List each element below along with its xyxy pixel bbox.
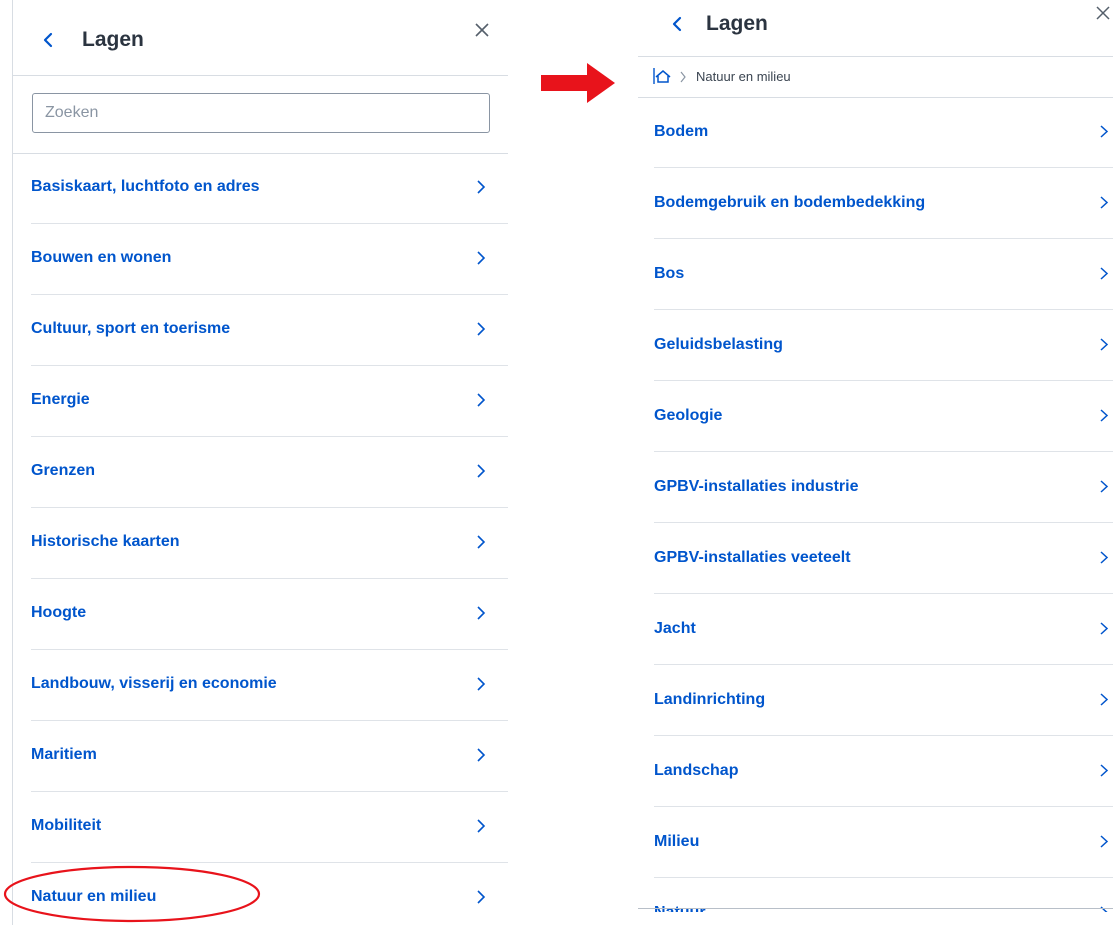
list-item[interactable]: Hoogte [31, 579, 508, 650]
list-item[interactable]: Historische kaarten [31, 508, 508, 579]
chevron-right-icon [1100, 409, 1109, 422]
chevron-right-icon [477, 393, 486, 407]
back-chevron-icon[interactable] [37, 26, 59, 54]
list-item[interactable]: Grenzen [31, 437, 508, 508]
list-item-label: Historische kaarten [31, 533, 180, 550]
list-item[interactable]: Jacht [654, 594, 1113, 665]
list-item[interactable]: Bodem [654, 97, 1113, 168]
list-item-label: Bouwen en wonen [31, 249, 172, 266]
list-item-label: Bodem [654, 123, 709, 140]
chevron-right-icon [1100, 551, 1109, 564]
breadcrumb-current: Natuur en milieu [696, 69, 791, 84]
chevron-right-icon [477, 535, 486, 549]
chevron-right-icon [1100, 693, 1109, 706]
subcategory-list: Bodem Bodemgebruik en bodembedekking Bos… [638, 97, 1113, 912]
list-item[interactable]: Landinrichting [654, 665, 1113, 736]
chevron-right-icon [477, 322, 486, 336]
list-item[interactable]: Landschap [654, 736, 1113, 807]
back-chevron-icon[interactable] [667, 11, 687, 37]
list-item-label: GPBV-installaties veeteelt [654, 549, 851, 566]
panel-title: Lagen [706, 12, 768, 35]
chevron-right-icon [477, 606, 486, 620]
list-item-label: Jacht [654, 620, 696, 637]
chevron-right-icon [1100, 125, 1109, 138]
chevron-right-icon [1100, 196, 1109, 209]
chevron-right-icon [477, 819, 486, 833]
list-item[interactable]: Bos [654, 239, 1113, 310]
chevron-right-icon [1100, 267, 1109, 280]
chevron-right-icon [1100, 480, 1109, 493]
red-arrow-icon [541, 63, 615, 103]
chevron-right-icon [477, 677, 486, 691]
list-item[interactable]: Maritiem [31, 721, 508, 792]
search-input[interactable] [32, 93, 490, 133]
list-item[interactable]: Energie [31, 366, 508, 437]
panel-bottom-border [638, 908, 1113, 909]
list-item-label: Hoogte [31, 604, 87, 621]
home-icon[interactable] [652, 66, 672, 86]
chevron-right-icon [1100, 622, 1109, 635]
panel-header: Lagen [13, 0, 508, 76]
close-icon[interactable] [471, 19, 493, 41]
list-item-label: Milieu [654, 833, 700, 850]
list-item[interactable]: Geologie [654, 381, 1113, 452]
screenshot-stage: Lagen Basiskaart, luchtfoto en adres Bou… [0, 0, 1113, 925]
chevron-right-icon [477, 464, 486, 478]
list-item-label: Landbouw, visserij en economie [31, 675, 277, 692]
list-item-partial[interactable]: Natuur [654, 878, 1113, 912]
list-item-label: Natuur en milieu [31, 888, 157, 905]
list-item[interactable]: Basiskaart, luchtfoto en adres [31, 153, 508, 224]
list-item[interactable]: Bodemgebruik en bodembedekking [654, 168, 1113, 239]
layers-panel-root: Lagen Basiskaart, luchtfoto en adres Bou… [12, 0, 508, 925]
list-item[interactable]: GPBV-installaties industrie [654, 452, 1113, 523]
list-item[interactable]: Milieu [654, 807, 1113, 878]
list-item[interactable]: Mobiliteit [31, 792, 508, 863]
search-section [13, 76, 508, 154]
list-item-label: Landinrichting [654, 691, 766, 708]
list-item-natuur-en-milieu[interactable]: Natuur en milieu [31, 863, 508, 925]
list-item-label: Grenzen [31, 462, 96, 479]
list-item-label: Geologie [654, 407, 723, 424]
list-item-label: Geluidsbelasting [654, 336, 783, 353]
chevron-right-icon [477, 748, 486, 762]
list-item[interactable]: GPBV-installaties veeteelt [654, 523, 1113, 594]
list-item[interactable]: Geluidsbelasting [654, 310, 1113, 381]
list-item-label: Cultuur, sport en toerisme [31, 320, 231, 337]
chevron-right-icon [1100, 835, 1109, 848]
panel-title: Lagen [82, 28, 144, 51]
close-icon[interactable] [1094, 4, 1112, 22]
list-item[interactable]: Bouwen en wonen [31, 224, 508, 295]
list-item-label: Mobiliteit [31, 817, 102, 834]
chevron-right-icon [477, 251, 486, 265]
chevron-right-icon [1100, 338, 1109, 351]
list-item-label: Maritiem [31, 746, 97, 763]
chevron-right-icon [477, 890, 486, 904]
list-item[interactable]: Landbouw, visserij en economie [31, 650, 508, 721]
category-list: Basiskaart, luchtfoto en adres Bouwen en… [13, 153, 508, 925]
list-item-label: GPBV-installaties industrie [654, 478, 859, 495]
chevron-right-icon [477, 180, 486, 194]
list-item-label: Basiskaart, luchtfoto en adres [31, 178, 260, 195]
list-item-label: Bos [654, 265, 685, 282]
list-item[interactable]: Cultuur, sport en toerisme [31, 295, 508, 366]
chevron-right-icon [1100, 764, 1109, 777]
list-item-label: Landschap [654, 762, 739, 779]
list-item-label: Bodemgebruik en bodembedekking [654, 194, 926, 211]
layers-panel-subcategory: Lagen Natuur en milieu Bodem Bodemgebrui… [638, 0, 1113, 925]
list-item-label: Energie [31, 391, 90, 408]
breadcrumb: Natuur en milieu [638, 56, 1113, 98]
breadcrumb-separator-icon [680, 71, 686, 83]
